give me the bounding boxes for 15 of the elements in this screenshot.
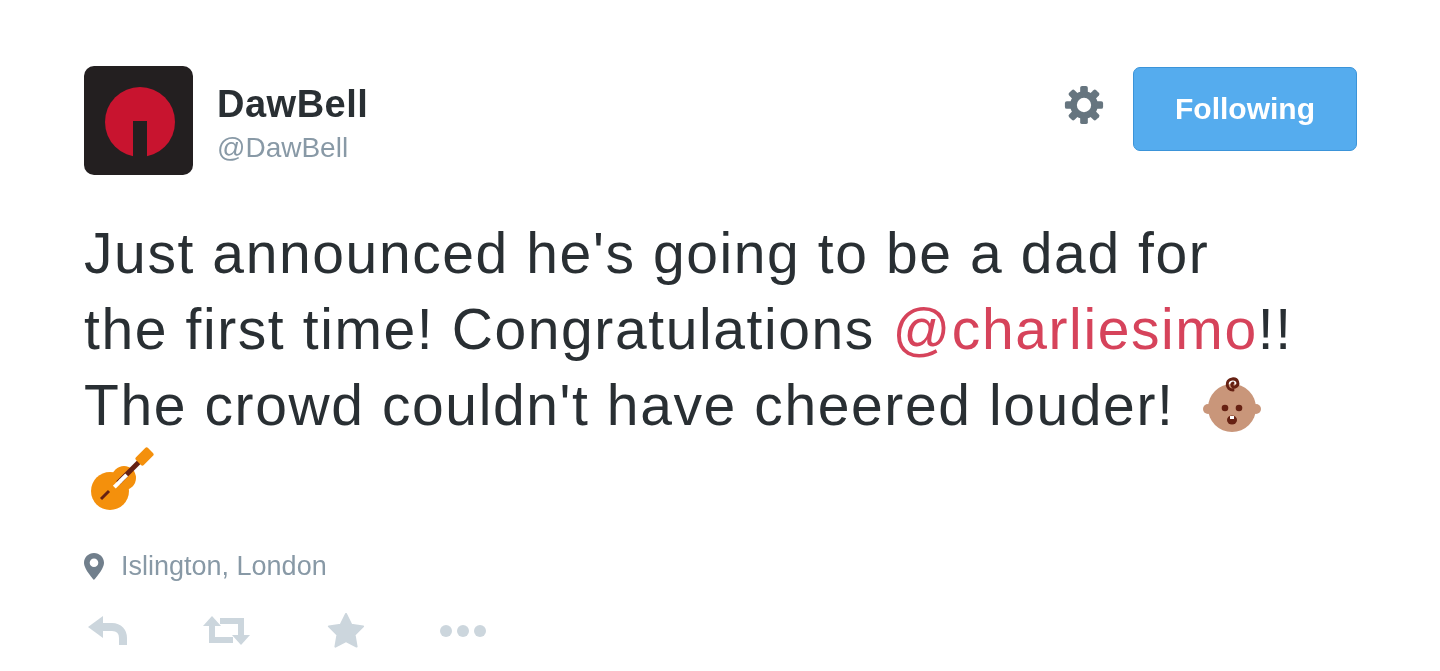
retweet-icon[interactable] xyxy=(203,616,250,645)
tweet-text: Just announced he's going to be a dad for the first time! Congratulations @charliesimo!! The crowd couldn't have cheered louder! xyxy=(84,215,1296,519)
mention-link[interactable]: @charliesimo xyxy=(892,297,1258,361)
author-name: DawBell xyxy=(217,84,369,124)
location-pin-icon xyxy=(84,552,104,580)
star-icon[interactable] xyxy=(327,613,365,648)
more-icon[interactable] xyxy=(440,624,486,637)
guitar-emoji-icon xyxy=(88,447,154,511)
location-label: Islington, London xyxy=(121,551,327,581)
baby-emoji-icon xyxy=(1201,375,1262,435)
follow-button[interactable]: Following xyxy=(1133,67,1357,151)
author-handle: @DawBell xyxy=(217,132,350,164)
logo-avatar-icon xyxy=(84,66,193,175)
settings-icon[interactable] xyxy=(1063,84,1105,126)
reply-icon[interactable] xyxy=(88,616,127,645)
